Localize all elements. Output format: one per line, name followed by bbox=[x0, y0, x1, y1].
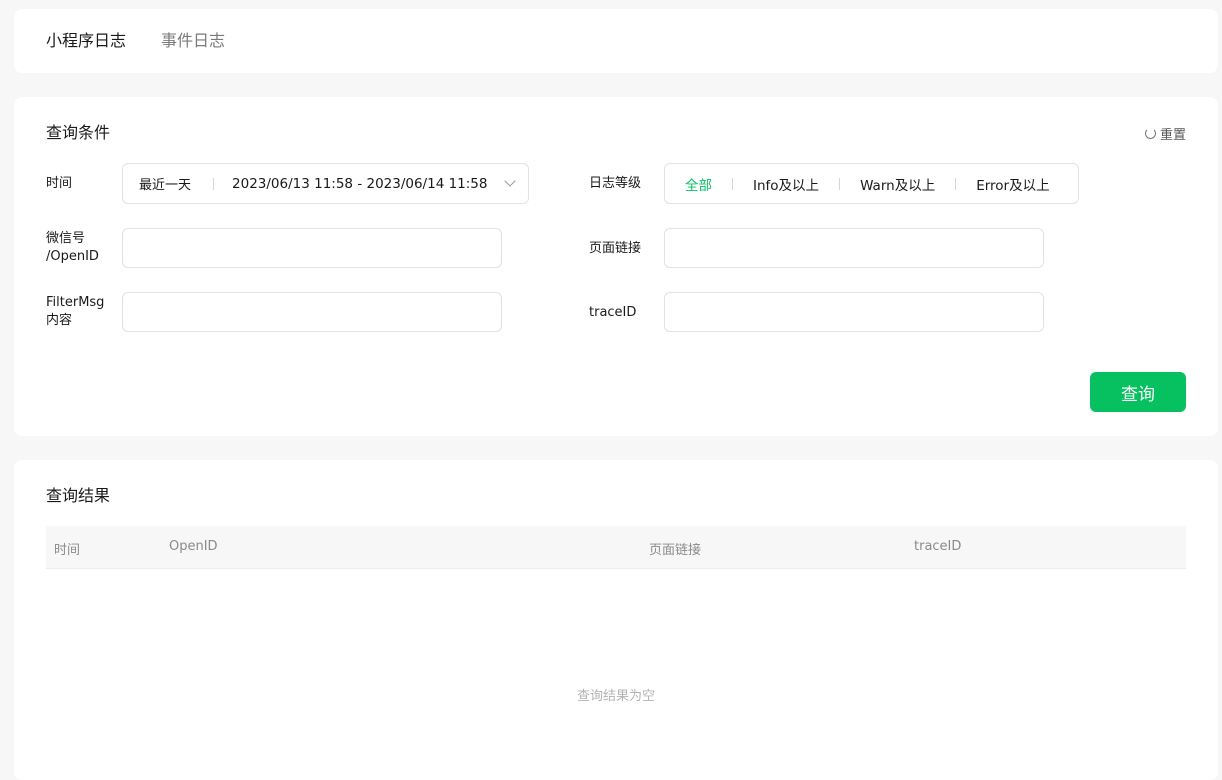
divider bbox=[732, 177, 733, 190]
divider bbox=[955, 177, 957, 190]
empty-state-text: 查询结果为空 bbox=[576, 689, 655, 704]
reset-button[interactable]: 重置 bbox=[1144, 124, 1186, 143]
filtermsg-label-line2: 内容 bbox=[46, 313, 73, 328]
column-header-time: 时间 bbox=[54, 543, 81, 558]
column-header-page-link: 页面链接 bbox=[649, 543, 702, 558]
query-button[interactable]: 查询 bbox=[1090, 372, 1186, 412]
filtermsg-field-wrap bbox=[122, 292, 502, 332]
openid-label-line1: 微信号 bbox=[46, 231, 86, 246]
table-header: 时间 OpenID 页面链接 traceID bbox=[46, 526, 1186, 569]
divider bbox=[213, 177, 215, 190]
filtermsg-input[interactable] bbox=[123, 293, 501, 331]
log-level-label: 日志等级 bbox=[589, 176, 642, 191]
query-panel: 查询条件 重置 时间 最近一天 2023/06/13 11:58 - 2023/… bbox=[14, 97, 1218, 436]
chevron-down-icon bbox=[504, 175, 516, 187]
traceid-field-wrap bbox=[664, 292, 1044, 332]
openid-label-line2: /OpenID bbox=[46, 249, 99, 264]
level-info[interactable]: Info及以上 bbox=[753, 174, 819, 194]
traceid-label: traceID bbox=[589, 305, 637, 320]
filtermsg-label: FilterMsg 内容 bbox=[46, 294, 104, 330]
column-header-traceid: traceID bbox=[914, 539, 962, 554]
refresh-icon bbox=[1144, 128, 1156, 139]
time-preset[interactable]: 最近一天 bbox=[139, 174, 191, 193]
page-link-label: 页面链接 bbox=[589, 241, 642, 256]
reset-label: 重置 bbox=[1159, 128, 1186, 143]
tab-event-log[interactable]: 事件日志 bbox=[161, 31, 225, 51]
level-warn[interactable]: Warn及以上 bbox=[860, 174, 935, 194]
time-range-picker[interactable]: 最近一天 2023/06/13 11:58 - 2023/06/14 11:58 bbox=[122, 163, 529, 204]
log-level-segment: 全部 Info及以上 Warn及以上 Error及以上 bbox=[664, 163, 1079, 204]
tab-miniprogram-log[interactable]: 小程序日志 bbox=[46, 31, 126, 51]
query-title: 查询条件 bbox=[46, 123, 111, 142]
traceid-input[interactable] bbox=[665, 293, 1043, 331]
tabs-bar: 小程序日志 事件日志 bbox=[14, 9, 1218, 73]
filtermsg-label-line1: FilterMsg bbox=[46, 295, 105, 310]
time-label: 时间 bbox=[46, 176, 73, 191]
page-link-input[interactable] bbox=[665, 229, 1043, 267]
openid-label: 微信号 /OpenID bbox=[46, 230, 99, 266]
column-header-openid: OpenID bbox=[169, 539, 218, 554]
openid-input[interactable] bbox=[123, 229, 501, 267]
time-range-value: 2023/06/13 11:58 - 2023/06/14 11:58 bbox=[232, 175, 488, 192]
level-error[interactable]: Error及以上 bbox=[976, 174, 1049, 194]
results-title: 查询结果 bbox=[46, 486, 111, 505]
divider bbox=[839, 177, 841, 190]
results-panel: 查询结果 时间 OpenID 页面链接 traceID 查询结果为空 bbox=[14, 460, 1218, 780]
openid-field-wrap bbox=[122, 228, 502, 268]
level-all[interactable]: 全部 bbox=[685, 174, 712, 194]
page-link-field-wrap bbox=[664, 228, 1044, 268]
